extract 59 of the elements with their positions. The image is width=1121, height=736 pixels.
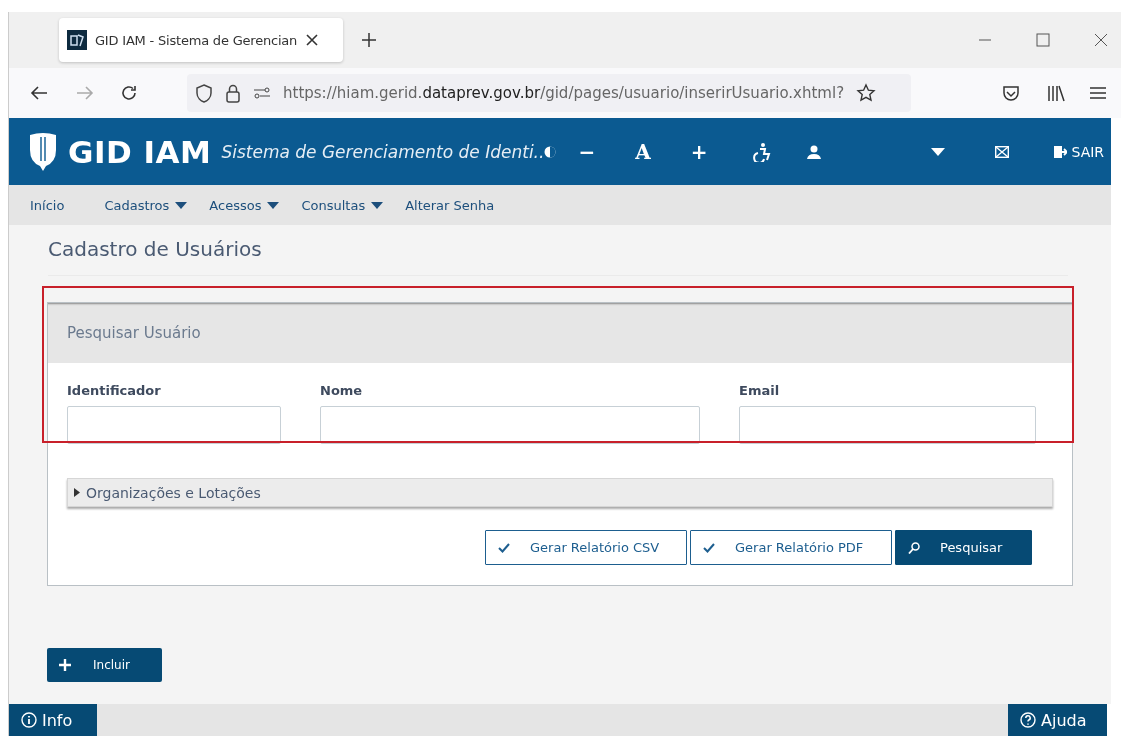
- close-window-icon[interactable]: [1094, 33, 1108, 47]
- input-field[interactable]: [739, 406, 1036, 444]
- panel-header: Pesquisar Usuário: [48, 303, 1072, 363]
- browser-tab[interactable]: GID IAM - Sistema de Gerencian: [59, 18, 343, 62]
- info-icon: [21, 712, 37, 728]
- search-icon: [908, 541, 920, 554]
- font-size-button[interactable]: −: [578, 139, 596, 164]
- caret-down-icon: [371, 201, 384, 209]
- report-button[interactable]: Gerar Relatório PDF: [690, 530, 892, 565]
- field-label: Email: [739, 383, 781, 398]
- menu-icon[interactable]: [1090, 86, 1106, 100]
- menu-item[interactable]: Cadastros: [104, 197, 188, 213]
- field-label: Nome: [320, 383, 364, 398]
- help-icon: [1020, 712, 1036, 728]
- user-icon[interactable]: [807, 144, 822, 159]
- address-bar[interactable]: https://hiam.gerid.dataprev.gov.br/gid/pages/usuario/inserirUsuario.xhtml?: [187, 74, 911, 112]
- star-icon[interactable]: [856, 83, 877, 103]
- accessibility-icon[interactable]: [751, 141, 772, 162]
- menu-item[interactable]: Início: [30, 197, 65, 213]
- mail-icon[interactable]: [995, 145, 1010, 158]
- logout-button[interactable]: SAIR: [1053, 143, 1105, 160]
- field-label: Identificador: [67, 383, 162, 398]
- input-field[interactable]: [67, 406, 281, 444]
- app-logo-text: GID IAM: [68, 133, 212, 170]
- caret-down-icon: [175, 201, 188, 209]
- page-title: Cadastro de Usuários: [48, 237, 1068, 276]
- caret-down-icon: [267, 201, 280, 209]
- accordion-header[interactable]: Organizações e Lotações: [67, 478, 1053, 507]
- exit-door-icon: [1053, 144, 1068, 159]
- plus-icon: [59, 659, 71, 671]
- permissions-icon: [253, 86, 271, 100]
- font-size-button[interactable]: A: [635, 139, 651, 164]
- tab-title: GID IAM - Sistema de Gerencian: [95, 32, 298, 48]
- new-tab-icon[interactable]: [361, 32, 377, 48]
- checkmark-icon: [498, 542, 510, 553]
- font-size-button[interactable]: +: [690, 139, 708, 164]
- add-button[interactable]: Incluir: [47, 648, 162, 682]
- help-button[interactable]: Ajuda: [1008, 704, 1107, 736]
- site-favicon-icon: [67, 30, 87, 50]
- shield-icon: [195, 83, 213, 103]
- reload-icon[interactable]: [119, 83, 139, 103]
- pocket-icon[interactable]: [1002, 84, 1020, 102]
- info-button[interactable]: Info: [9, 704, 97, 736]
- search-button[interactable]: Pesquisar: [895, 530, 1032, 565]
- menu-item[interactable]: Alterar Senha: [405, 197, 495, 213]
- url-text: https://hiam.gerid.dataprev.gov.br/gid/pages/usuario/inserirUsuario.xhtml?: [283, 84, 845, 102]
- checkmark-icon: [703, 542, 715, 553]
- library-icon[interactable]: [1046, 84, 1066, 102]
- close-icon[interactable]: [305, 33, 320, 47]
- menu-item[interactable]: Acessos: [209, 197, 280, 213]
- report-button[interactable]: Gerar Relatório CSV: [485, 530, 687, 565]
- shield-logo-icon: [28, 131, 58, 172]
- lock-icon: [225, 83, 241, 103]
- caret-right-icon: [74, 488, 80, 497]
- app-subtitle: Sistema de Gerenciamento de Identi..: [221, 141, 545, 162]
- menu-item[interactable]: Consultas: [301, 197, 384, 213]
- input-field[interactable]: [320, 406, 700, 444]
- caret-down-icon[interactable]: [931, 147, 946, 156]
- contrast-icon[interactable]: [544, 144, 557, 159]
